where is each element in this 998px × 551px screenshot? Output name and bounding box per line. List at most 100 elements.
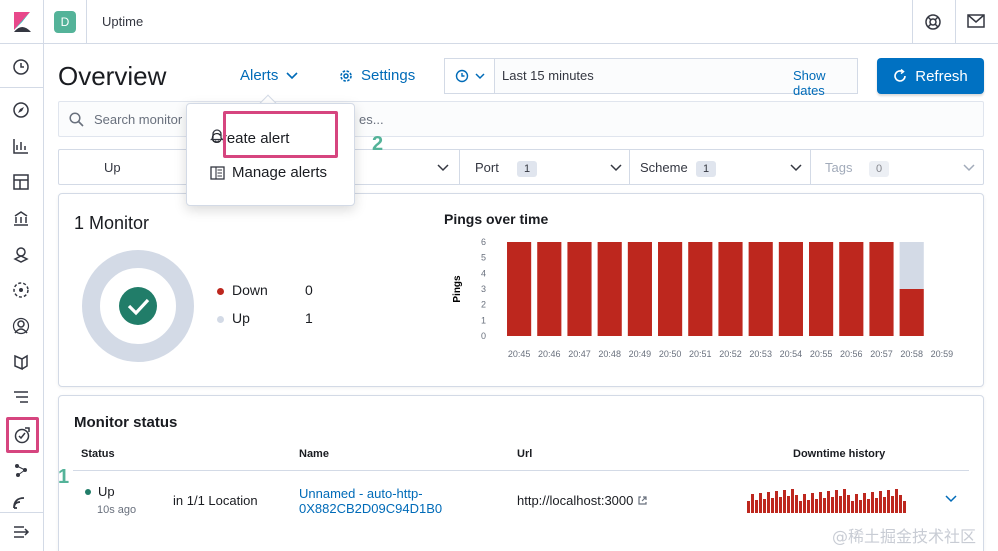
header-downtime: Downtime history: [793, 448, 886, 460]
ml-icon[interactable]: [12, 281, 30, 299]
header-divider: [86, 0, 87, 44]
uptime-app: D Uptime Overview Alerts Settings Last 1…: [0, 0, 998, 551]
space-avatar[interactable]: D: [54, 11, 76, 33]
x-tick-label: 20:58: [900, 349, 923, 359]
date-picker: Last 15 minutes Show dates: [444, 58, 858, 98]
chevron-down-icon[interactable]: [437, 164, 449, 172]
logs-icon[interactable]: [12, 353, 30, 371]
downtime-bar: [747, 501, 750, 513]
downtime-bar: [891, 496, 894, 513]
port-count: 1: [517, 159, 537, 177]
downtime-bar: [875, 498, 878, 513]
alerts-menu: Create alert Manage alerts: [186, 103, 355, 206]
visualize-icon[interactable]: [12, 137, 30, 155]
graph-icon[interactable]: [12, 461, 30, 479]
settings-button[interactable]: Settings: [338, 67, 415, 84]
legend-down: Down 0: [217, 282, 347, 302]
downtime-bar: [771, 498, 774, 513]
monitor-name-link[interactable]: Unnamed - auto-http- 0X882CB2D09C94D1B0: [299, 486, 442, 516]
filter-tags: Tags 0: [811, 150, 983, 184]
snapshot-panel: 1 Monitor Down 0 Up 1 Pings over time Pi…: [58, 193, 984, 387]
date-range-text[interactable]: Last 15 minutes: [502, 68, 594, 83]
dev-tools-icon[interactable]: [12, 496, 30, 510]
monitor-url-link[interactable]: http://localhost:3000: [517, 493, 648, 508]
up-count: 1: [305, 310, 313, 326]
compass-icon[interactable]: [12, 101, 30, 119]
filter-scheme[interactable]: Scheme 1: [630, 150, 810, 184]
header-divider: [912, 0, 913, 44]
apm-icon[interactable]: [12, 389, 30, 407]
table-row: Up 10s ago in 1/1 Location Unnamed - aut…: [73, 471, 969, 521]
gear-icon: [338, 68, 354, 84]
filter-port[interactable]: Port 1: [459, 150, 629, 184]
x-tick-label: 20:51: [689, 349, 712, 359]
chevron-down-icon: [286, 71, 298, 80]
downtime-bar: [851, 501, 854, 513]
y-tick-label: 4: [481, 268, 486, 278]
canvas-icon[interactable]: [12, 209, 30, 227]
y-axis-label: Pings: [452, 275, 463, 303]
bar-down: [809, 242, 834, 336]
downtime-bar: [855, 494, 858, 513]
x-tick-label: 20:45: [508, 349, 531, 359]
pings-chart: Pings 0 1 2 3 4 5 6 20:45 20:46 20:47 20:48 20:49 20:…: [452, 237, 953, 359]
x-tick-label: 20:57: [870, 349, 893, 359]
manage-alerts-item[interactable]: Manage alerts: [210, 164, 327, 181]
collapse-icon[interactable]: [12, 524, 30, 540]
downtime-bar: [755, 500, 758, 513]
metrics-icon[interactable]: [12, 317, 30, 335]
downtime-bar: [779, 497, 782, 513]
downtime-bar: [843, 489, 846, 513]
downtime-bar: [847, 495, 850, 513]
filter-up[interactable]: Up: [104, 160, 121, 175]
downtime-bar: [895, 489, 898, 513]
watermark: @稀土掘金技术社区: [832, 527, 977, 546]
downtime-bar: [823, 498, 826, 513]
chart-title: Pings over time: [444, 211, 549, 227]
search-placeholder-tail: es...: [359, 112, 384, 127]
chevron-down-icon: [963, 164, 975, 172]
refresh-button[interactable]: Refresh: [877, 58, 984, 94]
x-tick-label: 20:50: [659, 349, 682, 359]
header-name[interactable]: Name: [299, 448, 329, 460]
legend-up: Up 1: [217, 310, 347, 330]
row-location: in 1/1 Location: [173, 493, 258, 508]
kibana-logo[interactable]: [0, 0, 44, 44]
downtime-bar: [887, 490, 890, 513]
clock-icon[interactable]: [12, 58, 30, 76]
bell-icon: [210, 127, 224, 143]
downtime-bar: [783, 490, 786, 513]
show-dates-link[interactable]: Show dates: [793, 68, 857, 98]
bar-down: [688, 242, 713, 336]
downtime-bar: [815, 499, 818, 513]
nav-divider: [0, 87, 43, 88]
x-tick-label: 20:53: [749, 349, 772, 359]
downtime-bar: [791, 489, 794, 513]
expand-row-icon[interactable]: [945, 495, 957, 503]
downtime-bar: [811, 493, 814, 513]
port-label: Port: [475, 160, 499, 175]
alerts-dropdown-button[interactable]: Alerts: [240, 67, 298, 84]
bar-down: [567, 242, 592, 336]
y-tick-label: 0: [481, 331, 486, 341]
maps-icon[interactable]: [12, 245, 30, 263]
downtime-bar: [803, 494, 806, 513]
x-tick-label: 20:52: [719, 349, 742, 359]
chevron-down-icon: [474, 72, 485, 80]
help-icon[interactable]: [924, 13, 942, 31]
uptime-nav-item[interactable]: [6, 417, 39, 453]
manage-alerts-label: Manage alerts: [232, 164, 328, 181]
x-tick-label: 20:47: [568, 349, 591, 359]
quick-select-button[interactable]: [445, 59, 495, 93]
header-status[interactable]: Status: [81, 448, 115, 460]
nav-divider: [0, 512, 43, 513]
downtime-bar: [899, 495, 902, 513]
downtime-bar: [883, 497, 886, 513]
downtime-bar: [751, 494, 754, 513]
mail-icon[interactable]: [967, 14, 985, 28]
downtime-bar: [831, 497, 834, 513]
header-divider: [955, 0, 956, 44]
breadcrumb[interactable]: Uptime: [102, 14, 143, 29]
dashboard-icon[interactable]: [12, 173, 30, 191]
header-bar: D Uptime: [0, 0, 998, 44]
